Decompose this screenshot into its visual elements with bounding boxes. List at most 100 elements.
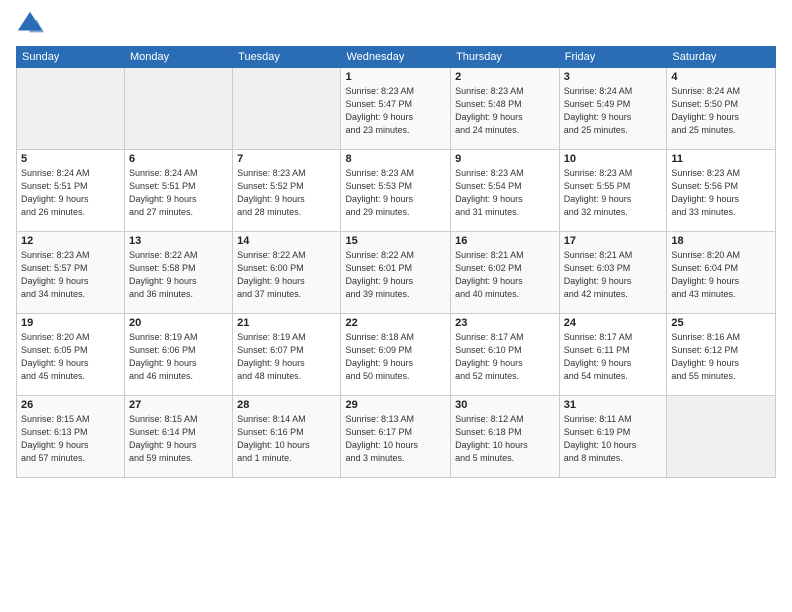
calendar-cell: 23 Sunrise: 8:17 AMSunset: 6:10 PMDayligh…: [451, 314, 560, 396]
day-number: 21: [237, 317, 336, 329]
day-number: 23: [455, 317, 555, 329]
day-info: Sunrise: 8:20 AMSunset: 6:05 PMDaylight:…: [21, 331, 120, 383]
day-number: 3: [564, 71, 663, 83]
day-info: Sunrise: 8:23 AMSunset: 5:56 PMDaylight:…: [671, 167, 771, 219]
calendar-cell: 14 Sunrise: 8:22 AMSunset: 6:00 PMDayligh…: [233, 232, 341, 314]
day-info: Sunrise: 8:15 AMSunset: 6:13 PMDaylight:…: [21, 413, 120, 465]
day-info: Sunrise: 8:24 AMSunset: 5:51 PMDaylight:…: [129, 167, 228, 219]
day-number: 20: [129, 317, 228, 329]
week-row-2: 5Sunrise: 8:24 AMSunset: 5:51 PMDaylight…: [17, 150, 776, 232]
day-number: 11: [671, 153, 771, 165]
day-number: 6: [129, 153, 228, 165]
day-info: Sunrise: 8:15 AMSunset: 6:14 PMDaylight:…: [129, 413, 228, 465]
calendar-cell: 13 Sunrise: 8:22 AMSunset: 5:58 PMDayligh…: [125, 232, 233, 314]
day-info: Sunrise: 8:22 AMSunset: 6:00 PMDaylight:…: [237, 249, 336, 301]
day-info: Sunrise: 8:23 AMSunset: 5:47 PMDaylight:…: [345, 85, 446, 137]
header-wednesday: Wednesday: [341, 47, 451, 68]
day-info: Sunrise: 8:19 AMSunset: 6:07 PMDaylight:…: [237, 331, 336, 383]
day-info: Sunrise: 8:24 AMSunset: 5:51 PMDaylight:…: [21, 167, 120, 219]
calendar-cell: [233, 68, 341, 150]
calendar-cell: 26 Sunrise: 8:15 AMSunset: 6:13 PMDayligh…: [17, 396, 125, 478]
calendar-cell: 4 Sunrise: 8:24 AMSunset: 5:50 PMDaylight…: [667, 68, 776, 150]
day-info: Sunrise: 8:17 AMSunset: 6:10 PMDaylight:…: [455, 331, 555, 383]
day-info: Sunrise: 8:18 AMSunset: 6:09 PMDaylight:…: [345, 331, 446, 383]
day-info: Sunrise: 8:24 AMSunset: 5:49 PMDaylight:…: [564, 85, 663, 137]
calendar-cell: [17, 68, 125, 150]
header: [16, 10, 776, 38]
day-info: Sunrise: 8:11 AMSunset: 6:19 PMDaylight:…: [564, 413, 663, 465]
day-info: Sunrise: 8:12 AMSunset: 6:18 PMDaylight:…: [455, 413, 555, 465]
day-info: Sunrise: 8:16 AMSunset: 6:12 PMDaylight:…: [671, 331, 771, 383]
day-number: 30: [455, 399, 555, 411]
day-info: Sunrise: 8:23 AMSunset: 5:57 PMDaylight:…: [21, 249, 120, 301]
day-number: 4: [671, 71, 771, 83]
calendar-cell: 15 Sunrise: 8:22 AMSunset: 6:01 PMDayligh…: [341, 232, 451, 314]
calendar-cell: 1Sunrise: 8:23 AMSunset: 5:47 PMDaylight…: [341, 68, 451, 150]
calendar-cell: 24Sunrise: 8:17 AMSunset: 6:11 PMDayligh…: [559, 314, 667, 396]
calendar-cell: 17 Sunrise: 8:21 AMSunset: 6:03 PMDayligh…: [559, 232, 667, 314]
day-info: Sunrise: 8:14 AMSunset: 6:16 PMDaylight:…: [237, 413, 336, 465]
calendar-cell: 21 Sunrise: 8:19 AMSunset: 6:07 PMDayligh…: [233, 314, 341, 396]
logo-icon: [16, 10, 44, 38]
day-number: 14: [237, 235, 336, 247]
day-number: 17: [564, 235, 663, 247]
day-number: 12: [21, 235, 120, 247]
day-info: Sunrise: 8:21 AMSunset: 6:03 PMDaylight:…: [564, 249, 663, 301]
day-number: 31: [564, 399, 663, 411]
day-info: Sunrise: 8:21 AMSunset: 6:02 PMDaylight:…: [455, 249, 555, 301]
calendar-cell: 31 Sunrise: 8:11 AMSunset: 6:19 PMDayligh…: [559, 396, 667, 478]
calendar-cell: [125, 68, 233, 150]
day-info: Sunrise: 8:22 AMSunset: 6:01 PMDaylight:…: [345, 249, 446, 301]
week-row-1: 1Sunrise: 8:23 AMSunset: 5:47 PMDaylight…: [17, 68, 776, 150]
day-number: 13: [129, 235, 228, 247]
day-number: 22: [345, 317, 446, 329]
header-saturday: Saturday: [667, 47, 776, 68]
header-thursday: Thursday: [451, 47, 560, 68]
day-number: 19: [21, 317, 120, 329]
day-number: 16: [455, 235, 555, 247]
day-number: 25: [671, 317, 771, 329]
header-tuesday: Tuesday: [233, 47, 341, 68]
page: SundayMondayTuesdayWednesdayThursdayFrid…: [0, 0, 792, 612]
calendar-header-row: SundayMondayTuesdayWednesdayThursdayFrid…: [17, 47, 776, 68]
day-info: Sunrise: 8:22 AMSunset: 5:58 PMDaylight:…: [129, 249, 228, 301]
week-row-5: 26 Sunrise: 8:15 AMSunset: 6:13 PMDayligh…: [17, 396, 776, 478]
calendar-cell: 9Sunrise: 8:23 AMSunset: 5:54 PMDaylight…: [451, 150, 560, 232]
header-monday: Monday: [125, 47, 233, 68]
calendar-cell: 12 Sunrise: 8:23 AMSunset: 5:57 PMDayligh…: [17, 232, 125, 314]
day-number: 2: [455, 71, 555, 83]
day-number: 10: [564, 153, 663, 165]
day-info: Sunrise: 8:17 AMSunset: 6:11 PMDaylight:…: [564, 331, 663, 383]
calendar-cell: 2Sunrise: 8:23 AMSunset: 5:48 PMDaylight…: [451, 68, 560, 150]
day-number: 15: [345, 235, 446, 247]
day-number: 26: [21, 399, 120, 411]
calendar-cell: 29Sunrise: 8:13 AMSunset: 6:17 PMDayligh…: [341, 396, 451, 478]
calendar-cell: 16 Sunrise: 8:21 AMSunset: 6:02 PMDayligh…: [451, 232, 560, 314]
calendar-cell: 7 Sunrise: 8:23 AMSunset: 5:52 PMDaylight…: [233, 150, 341, 232]
calendar-table: SundayMondayTuesdayWednesdayThursdayFrid…: [16, 46, 776, 478]
week-row-4: 19 Sunrise: 8:20 AMSunset: 6:05 PMDayligh…: [17, 314, 776, 396]
header-friday: Friday: [559, 47, 667, 68]
calendar-cell: 25 Sunrise: 8:16 AMSunset: 6:12 PMDayligh…: [667, 314, 776, 396]
day-number: 29: [345, 399, 446, 411]
logo: [16, 10, 48, 38]
calendar-cell: [667, 396, 776, 478]
calendar-cell: 11 Sunrise: 8:23 AMSunset: 5:56 PMDayligh…: [667, 150, 776, 232]
day-info: Sunrise: 8:20 AMSunset: 6:04 PMDaylight:…: [671, 249, 771, 301]
calendar-cell: 3 Sunrise: 8:24 AMSunset: 5:49 PMDaylight…: [559, 68, 667, 150]
calendar-cell: 5Sunrise: 8:24 AMSunset: 5:51 PMDaylight…: [17, 150, 125, 232]
day-info: Sunrise: 8:24 AMSunset: 5:50 PMDaylight:…: [671, 85, 771, 137]
calendar-cell: 8 Sunrise: 8:23 AMSunset: 5:53 PMDaylight…: [341, 150, 451, 232]
day-info: Sunrise: 8:19 AMSunset: 6:06 PMDaylight:…: [129, 331, 228, 383]
day-number: 18: [671, 235, 771, 247]
day-info: Sunrise: 8:23 AMSunset: 5:53 PMDaylight:…: [345, 167, 446, 219]
calendar-cell: 28 Sunrise: 8:14 AMSunset: 6:16 PMDayligh…: [233, 396, 341, 478]
calendar-cell: 22 Sunrise: 8:18 AMSunset: 6:09 PMDayligh…: [341, 314, 451, 396]
day-number: 7: [237, 153, 336, 165]
day-number: 8: [345, 153, 446, 165]
calendar-cell: 19 Sunrise: 8:20 AMSunset: 6:05 PMDayligh…: [17, 314, 125, 396]
day-number: 28: [237, 399, 336, 411]
day-info: Sunrise: 8:23 AMSunset: 5:52 PMDaylight:…: [237, 167, 336, 219]
day-number: 27: [129, 399, 228, 411]
calendar-cell: 6 Sunrise: 8:24 AMSunset: 5:51 PMDaylight…: [125, 150, 233, 232]
